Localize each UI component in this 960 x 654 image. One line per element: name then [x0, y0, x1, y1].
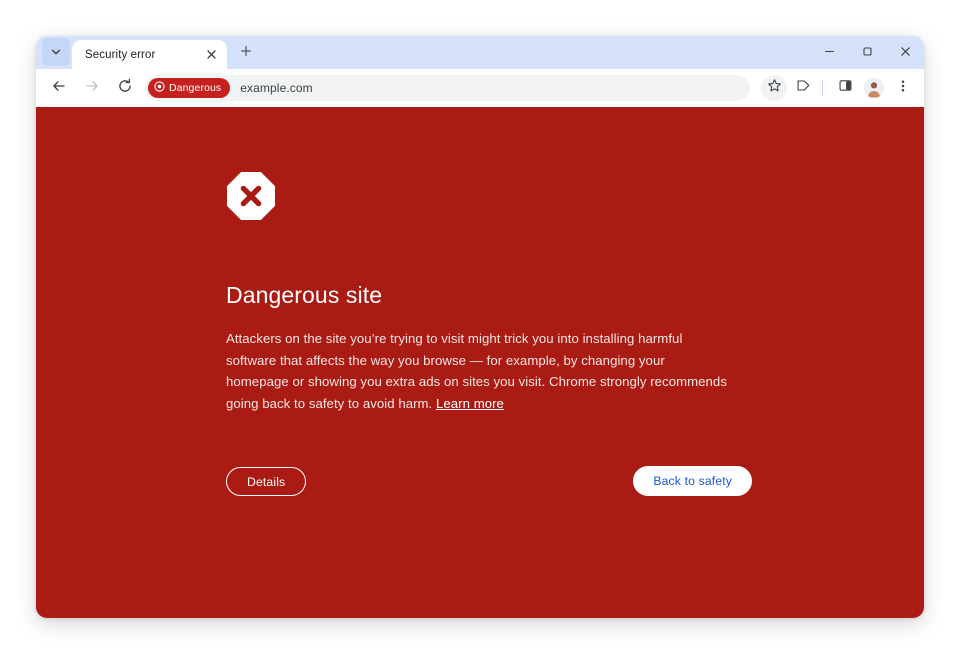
browser-toolbar: Dangerous example.com: [36, 69, 924, 107]
tab-title: Security error: [85, 48, 156, 61]
details-button[interactable]: Details: [226, 467, 307, 496]
tab-close-icon[interactable]: [203, 47, 219, 63]
arrow-left-icon: [51, 78, 67, 99]
page-title: Dangerous site: [226, 282, 383, 308]
plus-icon: [240, 44, 252, 62]
more-vertical-icon: [896, 79, 910, 98]
browser-window: Security error Dangerous example.com Dan…: [36, 36, 924, 618]
minimize-icon: [824, 44, 835, 62]
browser-tab[interactable]: Security error: [72, 40, 227, 69]
maximize-icon: [862, 44, 873, 62]
octagon-x-icon: [226, 171, 746, 226]
interstitial-button-row: Details Back to safety: [226, 465, 752, 496]
new-tab-button[interactable]: [233, 40, 259, 66]
window-close-button[interactable]: [886, 36, 924, 69]
reload-button[interactable]: [112, 75, 138, 101]
window-maximize-button[interactable]: [848, 36, 886, 69]
avatar: [864, 78, 884, 98]
close-icon: [900, 44, 911, 62]
bookmark-button[interactable]: [761, 75, 787, 101]
chevron-down-icon: [50, 46, 62, 58]
side-panel-button[interactable]: [832, 75, 858, 101]
omnibox[interactable]: Dangerous example.com: [145, 75, 750, 101]
security-status-label: Dangerous: [169, 82, 222, 94]
arrow-right-icon: [84, 78, 100, 99]
tab-search-button[interactable]: [42, 38, 70, 66]
back-button[interactable]: [46, 75, 72, 101]
side-panel-icon: [838, 78, 853, 98]
star-icon: [767, 78, 782, 98]
window-controls: [810, 36, 924, 69]
toolbar-divider: [822, 80, 823, 96]
profile-button[interactable]: [861, 75, 887, 101]
tab-organizer-icon: [796, 78, 811, 98]
page-body-text: Attackers on the site you’re trying to v…: [226, 328, 731, 414]
window-minimize-button[interactable]: [810, 36, 848, 69]
security-status-badge[interactable]: Dangerous: [148, 78, 231, 98]
chrome-menu-button[interactable]: [890, 75, 916, 101]
dangerous-circle-icon: [154, 79, 165, 97]
tab-organizer-button[interactable]: [790, 75, 816, 101]
security-interstitial-page: Dangerous site Attackers on the site you…: [36, 107, 924, 618]
address-bar-url[interactable]: example.com: [240, 81, 312, 95]
back-to-safety-button[interactable]: Back to safety: [633, 465, 752, 496]
forward-button[interactable]: [79, 75, 105, 101]
tab-strip: Security error: [36, 36, 924, 69]
learn-more-link[interactable]: Learn more: [436, 396, 504, 411]
interstitial-content: Dangerous site Attackers on the site you…: [226, 171, 752, 496]
reload-icon: [117, 78, 133, 99]
